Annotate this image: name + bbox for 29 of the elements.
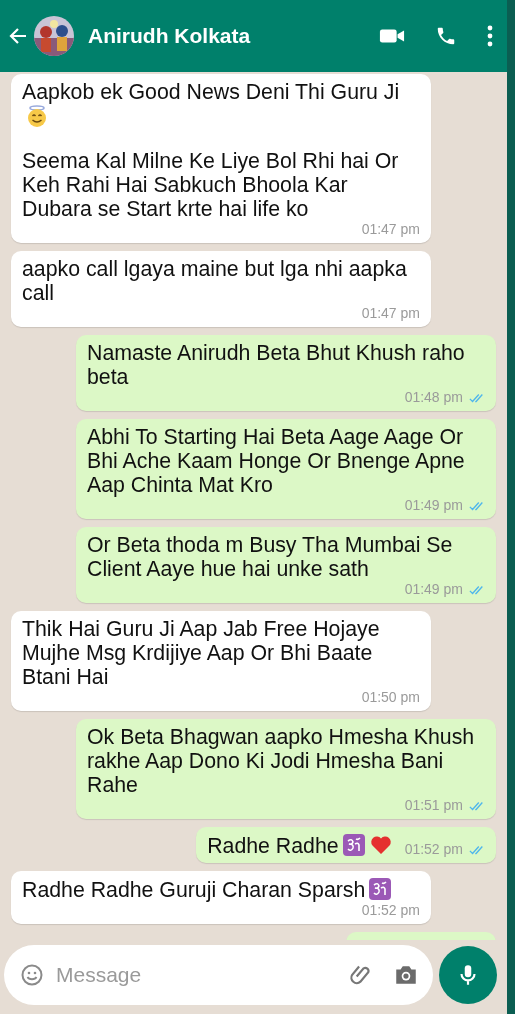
message-time: 01:47 pm [361, 305, 420, 322]
message-time: 01:49 pm [404, 581, 463, 598]
message-text: Radhe Radhe Guruji Charan Sparsh [22, 878, 366, 902]
message-text: Seema Kal Milne Ke Liye Bol Rhi hai Or Keh Rahi Hai Sabkuch Bhoola Kar Dubara se Start krte hai life ko [22, 149, 399, 221]
message-time: 01:50 pm [361, 689, 420, 706]
message-text: Aapkob ek Good News Deni Thi Guru Ji [22, 80, 400, 104]
message-time: 01:48 pm [404, 389, 463, 406]
message-time: 01:51 pm [404, 797, 463, 814]
message-field[interactable]: Message [4, 945, 433, 1005]
message-time: 01:52 pm [404, 841, 463, 858]
message-text: Thik Hai Guru Ji Aap Jab Free Hojaye Mujhe Msg Krdijiye Aap Or Bhi Baate Btani Hai [22, 617, 380, 689]
back-arrow-icon[interactable] [8, 26, 28, 46]
halo-smiley-icon [25, 104, 49, 128]
message-text: Namaste Anirudh Beta Bhut Khush raho beta [87, 341, 465, 389]
emoji-icon[interactable] [20, 963, 44, 987]
microphone-button[interactable] [439, 946, 497, 1004]
om-symbol-icon [341, 833, 366, 857]
message-text: Abhi To Starting Hai Beta Aage Aage Or Bhi Ache Kaam Honge Or Bnenge Apne Aap Chinta Mat Kro [87, 425, 465, 497]
message-time: 01:49 pm [404, 497, 463, 514]
message-text: Radhe Radhe [207, 834, 339, 858]
message-text: aapko call lgaya maine but lga nhi aapka call [22, 257, 407, 305]
message-text: Or Beta thoda m Busy Tha Mumbai Se Client Aaye hue hai unke sath [87, 533, 453, 581]
message-time: 01:47 pm [361, 221, 420, 238]
message-input[interactable]: Message [54, 962, 339, 988]
om-symbol-icon [368, 877, 393, 901]
contact-name[interactable]: Anirudh Kolkata [88, 24, 251, 48]
message-text: Ok Beta Bhagwan aapko Hmesha Khush rakhe Aap Dono Ki Jodi Hmesha Bani Rahe [87, 725, 475, 797]
menu-icon[interactable] [487, 25, 493, 47]
message-time: 01:52 pm [361, 902, 420, 919]
